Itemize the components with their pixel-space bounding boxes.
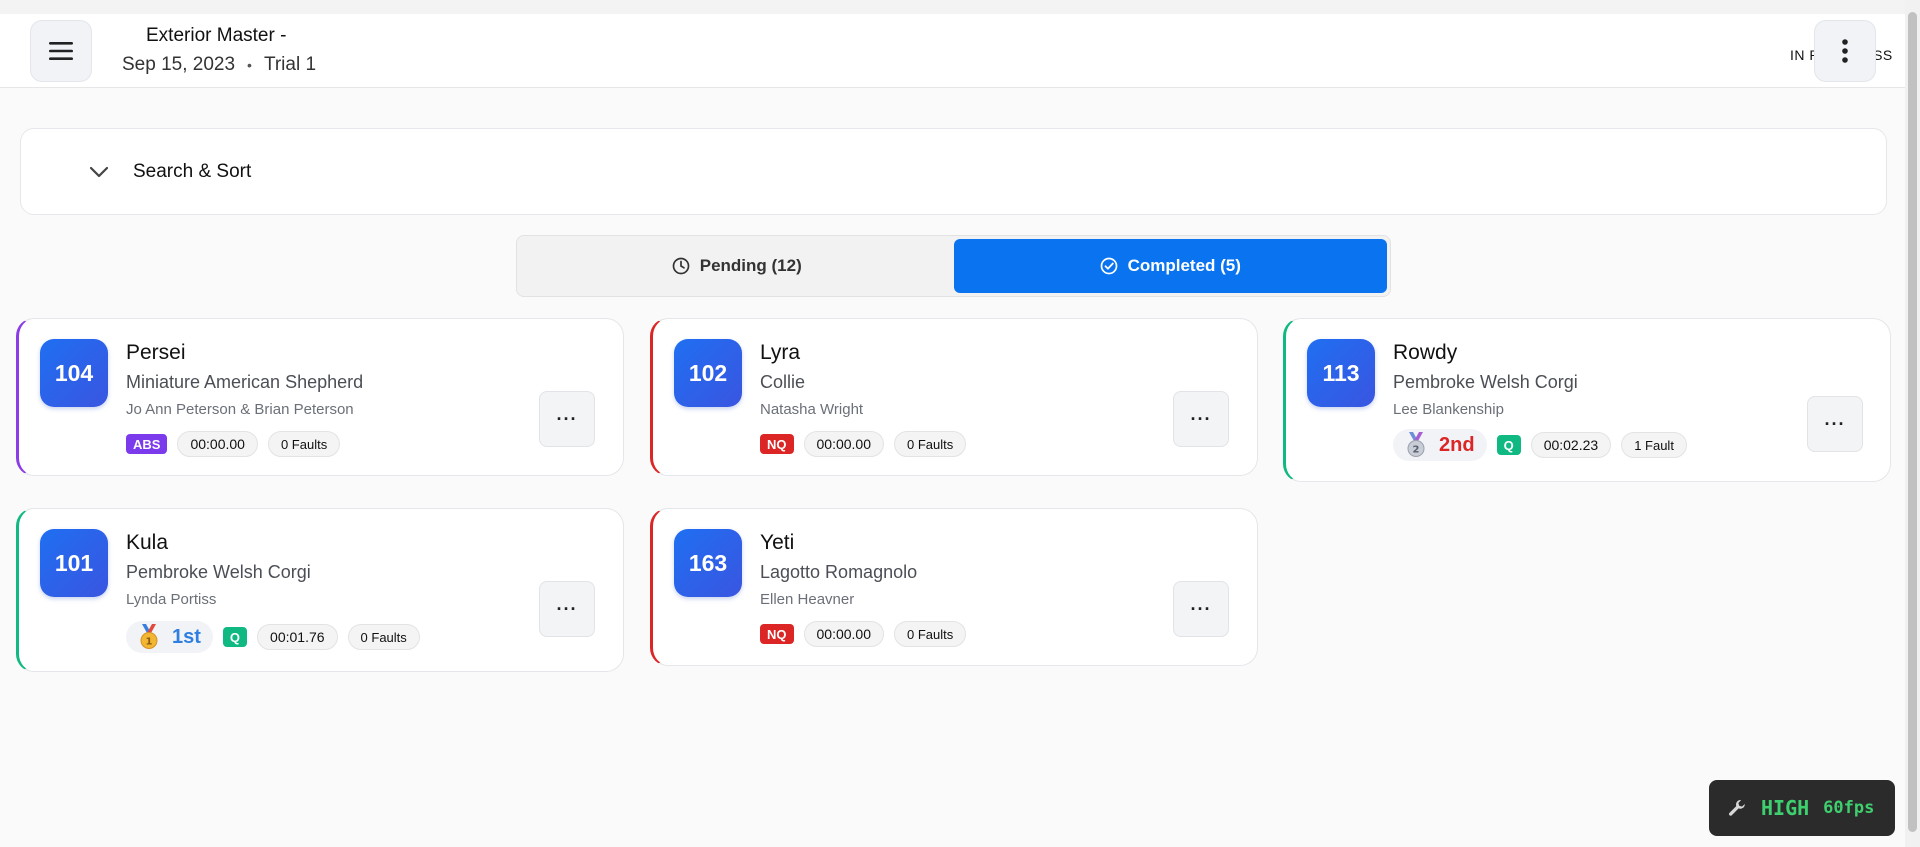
entry-card[interactable]: 113 Rowdy Pembroke Welsh Corgi Lee Blank… — [1283, 318, 1891, 482]
result-chips: 2 2nd Q 00:02.23 1 Fault — [1393, 429, 1687, 461]
ellipsis-icon: ··· — [1190, 408, 1212, 429]
trial-date: Sep 15, 2023 — [122, 54, 236, 75]
time-chip: 00:02.23 — [1530, 432, 1612, 458]
search-sort-panel[interactable]: Search & Sort — [20, 128, 1887, 215]
dog-breed: Pembroke Welsh Corgi — [126, 562, 311, 582]
tab-pending[interactable]: Pending (12) — [520, 239, 954, 293]
wrench-icon — [1729, 800, 1745, 816]
handler-name: Natasha Wright — [760, 401, 864, 418]
search-sort-label: Search & Sort — [133, 160, 252, 182]
entry-card[interactable]: 104 Persei Miniature American Shepherd J… — [16, 318, 624, 476]
dog-breed: Miniature American Shepherd — [126, 372, 364, 392]
time-chip: 00:01.76 — [257, 624, 338, 650]
browser-top-strip — [0, 0, 1905, 14]
dog-name: Rowdy — [1393, 341, 1458, 364]
ellipsis-icon: ··· — [1824, 413, 1846, 434]
svg-text:2: 2 — [1413, 445, 1420, 456]
chevron-down-icon — [87, 160, 111, 184]
dog-breed: Collie — [760, 372, 806, 392]
armband-number: 104 — [40, 339, 108, 407]
status-badge: Q — [1496, 435, 1521, 455]
handler-name: Lynda Portiss — [126, 591, 217, 608]
entry-actions-button[interactable]: ··· — [539, 581, 595, 637]
clock-icon — [672, 257, 690, 275]
result-chips: NQ 00:00.00 0 Faults — [760, 431, 967, 457]
armband-number: 101 — [40, 529, 108, 597]
status-tabs: Pending (12) Completed (5) — [516, 235, 1391, 297]
time-chip: 00:00.00 — [803, 621, 884, 647]
armband-number: 113 — [1307, 339, 1375, 407]
dog-breed: Pembroke Welsh Corgi — [1393, 372, 1578, 392]
ellipsis-icon: ··· — [1190, 598, 1212, 619]
faults-chip: 0 Faults — [894, 431, 967, 457]
gold-medal-icon: 1 — [140, 624, 158, 649]
entry-actions-button[interactable]: ··· — [539, 391, 595, 447]
faults-chip: 0 Faults — [894, 621, 967, 647]
entry-card[interactable]: 101 Kula Pembroke Welsh Corgi Lynda Port… — [16, 508, 624, 672]
entry-actions-button[interactable]: ··· — [1173, 391, 1229, 447]
trial-info: Sep 15, 2023 • Trial 1 — [122, 54, 316, 76]
handler-name: Lee Blankenship — [1393, 401, 1504, 418]
class-title: Exterior Master - — [146, 25, 287, 46]
time-chip: 00:00.00 — [177, 431, 258, 457]
dog-name: Yeti — [760, 531, 795, 554]
result-chips: NQ 00:00.00 0 Faults — [760, 621, 967, 647]
more-options-button[interactable] — [1814, 20, 1876, 82]
handler-name: Ellen Heavner — [760, 591, 855, 608]
placement-label: 2nd — [1439, 433, 1475, 456]
kebab-menu-icon — [1842, 39, 1848, 63]
performance-level: HIGH — [1761, 796, 1810, 820]
placement-chip: 2 2nd — [1393, 429, 1487, 461]
check-circle-icon — [1100, 257, 1117, 275]
tab-completed[interactable]: Completed (5) — [953, 239, 1387, 293]
trial-number: Trial 1 — [263, 54, 317, 75]
ellipsis-icon: ··· — [556, 408, 578, 429]
hamburger-icon — [49, 42, 73, 60]
performance-indicator[interactable]: HIGH 60fps — [1709, 780, 1895, 836]
result-chips: ABS 00:00.00 0 Faults — [126, 431, 341, 457]
entry-card[interactable]: 102 Lyra Collie Natasha Wright NQ 00:00.… — [650, 318, 1258, 476]
faults-chip: 0 Faults — [267, 431, 341, 457]
handler-name: Jo Ann Peterson & Brian Peterson — [126, 401, 354, 418]
armband-number: 102 — [674, 339, 742, 407]
time-chip: 00:00.00 — [803, 431, 884, 457]
scrollbar-thumb[interactable] — [1908, 12, 1917, 832]
entry-card[interactable]: 163 Yeti Lagotto Romagnolo Ellen Heavner… — [650, 508, 1258, 666]
fps-readout: 60fps — [1823, 798, 1875, 818]
dog-breed: Lagotto Romagnolo — [760, 562, 918, 582]
result-chips: 1 1st Q 00:01.76 0 Faults — [126, 621, 420, 653]
faults-chip: 0 Faults — [347, 624, 420, 650]
tab-pending-label: Pending (12) — [699, 256, 802, 275]
dog-name: Persei — [126, 341, 186, 364]
entry-actions-button[interactable]: ··· — [1173, 581, 1229, 637]
svg-text:1: 1 — [146, 637, 153, 648]
status-badge: NQ — [760, 624, 794, 644]
status-badge: Q — [222, 627, 248, 647]
tab-completed-label: Completed (5) — [1127, 256, 1241, 275]
faults-chip: 1 Fault — [1621, 432, 1687, 458]
placement-label: 1st — [172, 625, 201, 648]
dog-name: Kula — [126, 531, 169, 554]
silver-medal-icon: 2 — [1407, 432, 1425, 457]
ellipsis-icon: ··· — [556, 598, 578, 619]
armband-number: 163 — [674, 529, 742, 597]
separator-dot: • — [247, 57, 252, 73]
entry-actions-button[interactable]: ··· — [1807, 396, 1863, 452]
placement-chip: 1 1st — [126, 621, 213, 653]
menu-button[interactable] — [30, 20, 92, 82]
dog-name: Lyra — [760, 341, 801, 364]
status-badge: ABS — [126, 434, 168, 454]
status-badge: NQ — [760, 434, 794, 454]
app-header: Exterior Master - Sep 15, 2023 • Trial 1… — [0, 14, 1905, 88]
